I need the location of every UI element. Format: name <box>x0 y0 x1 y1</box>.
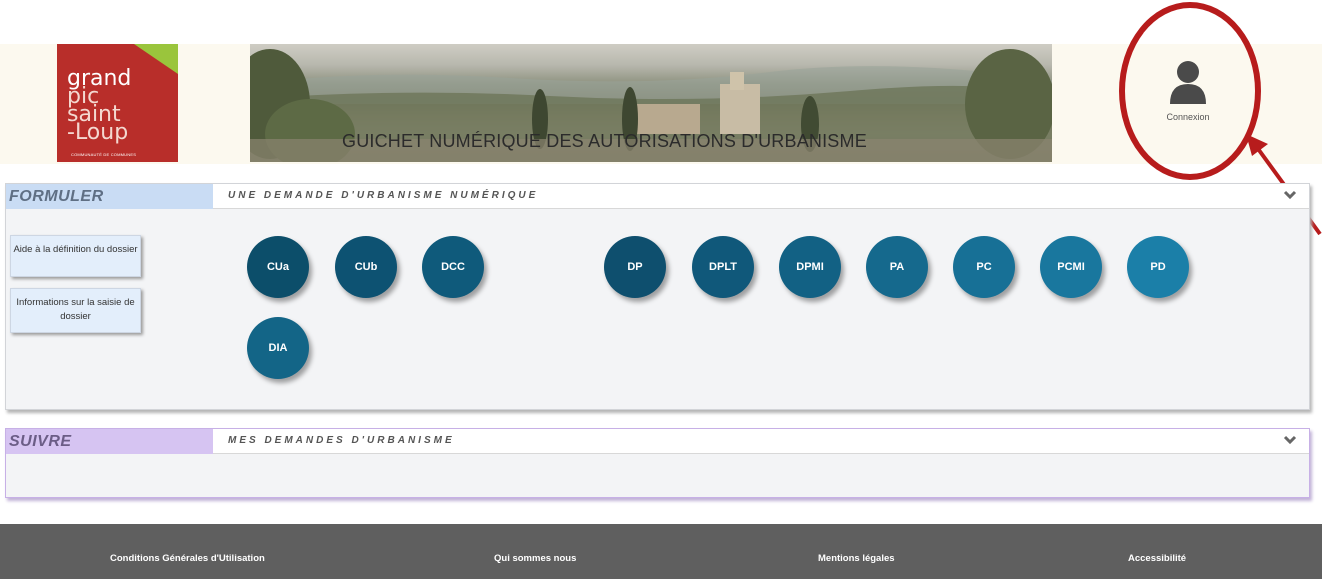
formuler-panel: FORMULER UNE DEMANDE D'URBANISME NUMÉRIQ… <box>5 183 1310 410</box>
logo[interactable]: grand pic saint -Loup COMMUNAUTÉ DE COMM… <box>57 44 178 162</box>
bubble-cub[interactable]: CUb <box>335 236 397 298</box>
footer-link-about[interactable]: Qui sommes nous <box>494 553 576 564</box>
help-saisie-button[interactable]: Informations sur la saisie de dossier <box>10 288 141 333</box>
bubble-pd[interactable]: PD <box>1127 236 1189 298</box>
bubble-dplt[interactable]: DPLT <box>692 236 754 298</box>
chevron-down-icon[interactable] <box>1283 188 1297 202</box>
bubble-dia[interactable]: DIA <box>247 317 309 379</box>
bubble-dcc[interactable]: DCC <box>422 236 484 298</box>
suivre-tab: SUIVRE <box>6 429 213 454</box>
chevron-down-icon[interactable] <box>1283 433 1297 447</box>
page: grand pic saint -Loup COMMUNAUTÉ DE COMM… <box>0 0 1322 579</box>
suivre-header[interactable]: SUIVRE MES DEMANDES D'URBANISME <box>6 429 1309 454</box>
logo-text: grand pic saint -Loup <box>67 68 131 145</box>
footer-link-cgu[interactable]: Conditions Générales d'Utilisation <box>110 553 265 564</box>
logo-subtitle: COMMUNAUTÉ DE COMMUNES <box>71 152 137 157</box>
logo-line: -Loup <box>67 120 129 145</box>
header-banner: GUICHET NUMÉRIQUE DES AUTORISATIONS D'UR… <box>250 44 1052 162</box>
bubble-pc[interactable]: PC <box>953 236 1015 298</box>
help-definition-button[interactable]: Aide à la définition du dossier <box>10 235 141 277</box>
bubble-pcmi[interactable]: PCMI <box>1040 236 1102 298</box>
formuler-tab: FORMULER <box>6 184 213 209</box>
logo-triangle <box>134 44 178 74</box>
footer-link-legal[interactable]: Mentions légales <box>818 553 895 564</box>
formuler-subtitle: UNE DEMANDE D'URBANISME NUMÉRIQUE <box>228 190 539 201</box>
footer: Conditions Générales d'Utilisation Qui s… <box>0 524 1322 579</box>
formuler-header[interactable]: FORMULER UNE DEMANDE D'URBANISME NUMÉRIQ… <box>6 184 1309 209</box>
bubble-dp[interactable]: DP <box>604 236 666 298</box>
suivre-subtitle: MES DEMANDES D'URBANISME <box>228 435 455 446</box>
banner-title: GUICHET NUMÉRIQUE DES AUTORISATIONS D'UR… <box>342 131 867 151</box>
footer-link-accessibility[interactable]: Accessibilité <box>1128 553 1186 564</box>
bubble-dpmi[interactable]: DPMI <box>779 236 841 298</box>
bubble-pa[interactable]: PA <box>866 236 928 298</box>
bubble-cua[interactable]: CUa <box>247 236 309 298</box>
suivre-panel: SUIVRE MES DEMANDES D'URBANISME <box>5 428 1310 498</box>
